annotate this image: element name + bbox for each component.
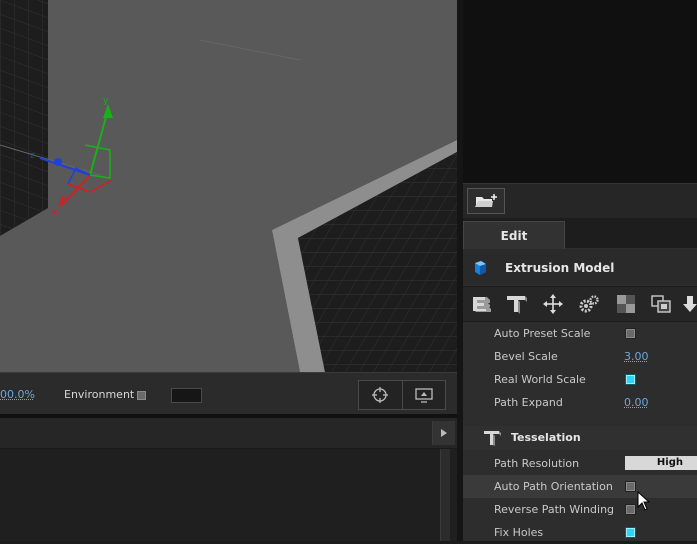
z-axis-label: z	[30, 151, 35, 161]
text-tool-icon	[484, 431, 501, 446]
path-resolution-select[interactable]: High	[625, 456, 697, 470]
add-folder-button[interactable]	[467, 188, 505, 214]
tab-edit[interactable]: Edit	[463, 221, 565, 249]
text-tool[interactable]	[503, 291, 529, 317]
download-icon	[683, 296, 697, 312]
viewport-status-bar: 00.0% Environment	[0, 372, 457, 415]
model-header: Extrusion Model	[463, 249, 697, 285]
property-label: Bevel Scale	[494, 350, 558, 363]
property-row-auto-path-orientation: Auto Path Orientation	[463, 475, 697, 498]
property-label: Path Resolution	[494, 457, 580, 470]
layers-icon	[651, 295, 671, 313]
y-axis-label: y	[103, 96, 109, 106]
view-button-group	[358, 380, 446, 410]
properties-panel: Edit Extrusion Model Auto Preset Scale B…	[463, 218, 697, 541]
chevron-right-icon	[441, 429, 447, 437]
property-row-path-resolution: Path Resolution High	[463, 452, 697, 475]
property-label: Real World Scale	[494, 373, 586, 386]
3d-viewport[interactable]: y z x	[0, 0, 457, 372]
model-tool-row	[463, 286, 697, 322]
extrude-icon	[473, 297, 491, 312]
auto-preset-scale-checkbox[interactable]	[625, 328, 636, 339]
folder-add-icon	[475, 194, 497, 207]
gears-icon	[579, 295, 599, 313]
layers-tool[interactable]	[648, 291, 674, 317]
move-tool[interactable]	[540, 291, 566, 317]
environment-label: Environment	[64, 388, 135, 401]
property-row-real-world-scale: Real World Scale	[463, 368, 697, 391]
tesselation-section-header[interactable]: Tesselation	[463, 426, 697, 450]
text-tool-icon	[507, 296, 527, 314]
tab-bar: Edit	[463, 218, 697, 249]
property-row-auto-preset-scale: Auto Preset Scale	[463, 322, 697, 345]
property-label: Path Expand	[494, 396, 563, 409]
extrude-tool[interactable]	[469, 291, 495, 317]
crosshair-icon	[372, 387, 389, 403]
material-tool[interactable]	[613, 291, 639, 317]
property-label: Fix Holes	[494, 526, 544, 539]
timeline-scrollbar[interactable]	[440, 449, 450, 541]
auto-path-orientation-checkbox[interactable]	[625, 481, 636, 492]
real-world-scale-checkbox[interactable]	[625, 374, 636, 385]
left-wall	[0, 0, 48, 236]
property-label: Auto Preset Scale	[494, 327, 591, 340]
focus-target-button[interactable]	[359, 381, 403, 409]
mouse-cursor-icon	[637, 491, 651, 511]
timeline-panel	[0, 449, 457, 541]
extrusion-model-icon	[475, 261, 486, 275]
property-row-reverse-path-winding: Reverse Path Winding	[463, 498, 697, 521]
property-label: Reverse Path Winding	[494, 503, 615, 516]
zoom-readout[interactable]: 00.0%	[0, 388, 35, 401]
timeline-header	[0, 418, 457, 449]
fix-holes-checkbox[interactable]	[625, 527, 636, 538]
preview-area	[463, 0, 697, 183]
property-label: Auto Path Orientation	[494, 480, 613, 493]
expand-button[interactable]	[432, 421, 455, 445]
environment-color-swatch[interactable]	[171, 388, 202, 403]
preview-toolbar	[463, 183, 697, 218]
move-icon	[543, 294, 563, 314]
path-expand-field[interactable]: 0.00	[624, 396, 649, 409]
import-tool[interactable]	[681, 291, 697, 317]
model-title: Extrusion Model	[505, 261, 615, 275]
tesselation-title: Tesselation	[511, 431, 581, 444]
display-view-button[interactable]	[403, 381, 446, 409]
monitor-icon	[415, 388, 433, 403]
property-row-path-expand: Path Expand 0.00	[463, 391, 697, 414]
bevel-scale-field[interactable]: 3.00	[624, 350, 649, 363]
material-icon	[617, 295, 635, 313]
settings-tool[interactable]	[576, 291, 602, 317]
tab-edit-label: Edit	[500, 228, 528, 243]
reverse-path-winding-checkbox[interactable]	[625, 504, 636, 515]
property-row-bevel-scale: Bevel Scale 3.00	[463, 345, 697, 368]
environment-checkbox[interactable]	[136, 390, 147, 401]
x-axis-label: x	[52, 208, 58, 218]
